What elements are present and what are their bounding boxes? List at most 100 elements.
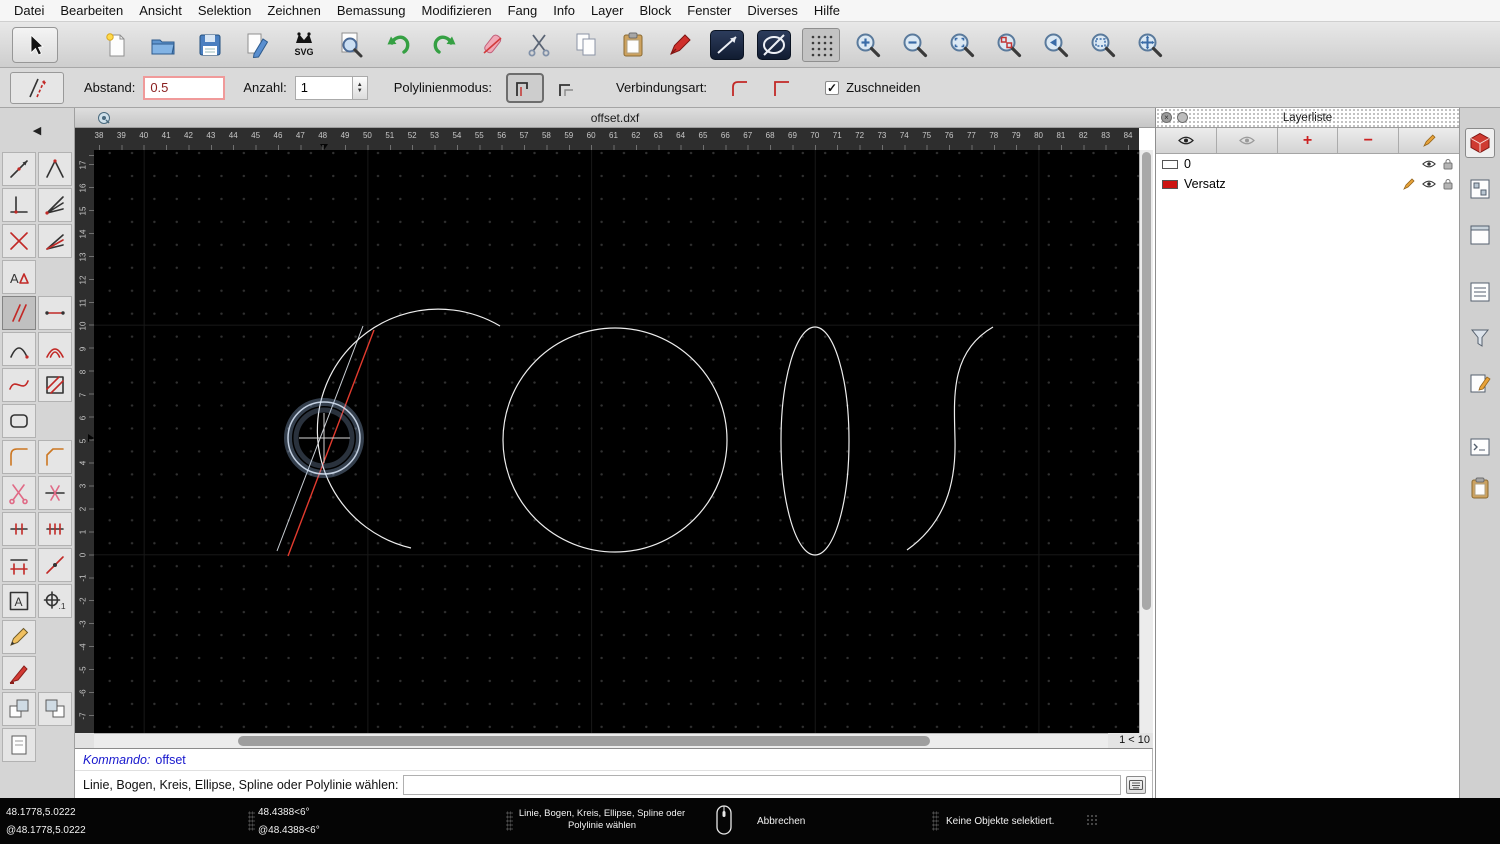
zoom-in-button[interactable] [844, 25, 891, 65]
zoom-previous-button[interactable] [1032, 25, 1079, 65]
filter-button[interactable] [1465, 323, 1495, 353]
tool-line-perpendicular[interactable] [2, 188, 36, 222]
menu-block[interactable]: Block [639, 3, 671, 18]
tool-hatch[interactable] [38, 368, 72, 402]
tool-text-along-line[interactable]: A [2, 260, 36, 294]
add-layer-button[interactable]: + [1278, 128, 1339, 153]
keyboard-toggle-button[interactable] [1126, 775, 1146, 794]
show-all-layers-button[interactable] [1156, 128, 1217, 153]
block-list-button[interactable] [1465, 174, 1495, 204]
document-titlebar[interactable]: offset.dxf [75, 108, 1155, 128]
tool-measure-point[interactable] [38, 548, 72, 582]
zoom-auto-button[interactable] [938, 25, 985, 65]
menu-info[interactable]: Info [553, 3, 575, 18]
tool-fillet[interactable] [2, 440, 36, 474]
tool-cut-scissors[interactable] [2, 476, 36, 510]
command-widget-button[interactable] [1465, 432, 1495, 462]
menu-bearbeiten[interactable]: Bearbeiten [60, 3, 123, 18]
properties-button[interactable] [1465, 368, 1495, 398]
tool-highlight-marker[interactable] [2, 656, 36, 690]
menu-selektion[interactable]: Selektion [198, 3, 251, 18]
menu-ansicht[interactable]: Ansicht [139, 3, 182, 18]
edit-document-button[interactable] [233, 25, 280, 65]
tool-divide-ticks-2[interactable] [38, 512, 72, 546]
tool-freehand-spline[interactable] [2, 368, 36, 402]
copy-button[interactable] [562, 25, 609, 65]
tool-divide-ticks[interactable] [2, 512, 36, 546]
menu-modifizieren[interactable]: Modifizieren [422, 3, 492, 18]
undo-button[interactable] [374, 25, 421, 65]
abstand-input[interactable] [143, 75, 226, 100]
tool-concentric-arcs[interactable] [38, 332, 72, 366]
line-tools-button[interactable] [703, 25, 750, 65]
zoom-pan-button[interactable] [1126, 25, 1173, 65]
anzahl-stepper[interactable]: ▲ ▼ [352, 75, 368, 100]
zuschneiden-checkbox[interactable]: ✓ [825, 80, 840, 95]
menu-zeichnen[interactable]: Zeichnen [267, 3, 320, 18]
polyline-mode-offset-button[interactable] [505, 72, 544, 103]
menu-fang[interactable]: Fang [508, 3, 538, 18]
ellipse-tools-button[interactable] [750, 25, 797, 65]
print-preview-button[interactable] [327, 25, 374, 65]
tool-pencil-edit[interactable] [2, 620, 36, 654]
pen-button[interactable] [656, 25, 703, 65]
open-file-button[interactable] [139, 25, 186, 65]
tool-offset-parallel[interactable] [2, 296, 36, 330]
hide-all-layers-button[interactable] [1217, 128, 1278, 153]
clipboard-panel-button[interactable] [1465, 473, 1495, 503]
join-miter-button[interactable] [763, 73, 801, 103]
tool-line-two-points[interactable] [2, 152, 36, 186]
menu-fenster[interactable]: Fenster [687, 3, 731, 18]
layer-row-Versatz[interactable]: Versatz [1156, 174, 1459, 194]
float-panel-button[interactable] [1177, 112, 1188, 123]
canvas-horizontal-scrollbar[interactable] [94, 733, 1108, 748]
menu-diverses[interactable]: Diverses [747, 3, 798, 18]
tool-cut-with-line[interactable] [38, 476, 72, 510]
command-input[interactable] [403, 774, 1121, 795]
layer-row-0[interactable]: 0 [1156, 154, 1459, 174]
eraser-button[interactable] [468, 25, 515, 65]
tool-angle-bisector[interactable] [38, 224, 72, 258]
paste-button[interactable] [609, 25, 656, 65]
save-file-button[interactable] [186, 25, 233, 65]
menu-bemassung[interactable]: Bemassung [337, 3, 406, 18]
tool-chamfer[interactable] [38, 440, 72, 474]
layer-lock-icon[interactable] [1443, 158, 1453, 170]
join-round-button[interactable] [721, 73, 759, 103]
zoom-redraw-button[interactable] [985, 25, 1032, 65]
close-panel-button[interactable]: × [1161, 112, 1172, 123]
horizontal-scroll-thumb[interactable] [238, 736, 930, 746]
menu-hilfe[interactable]: Hilfe [814, 3, 840, 18]
zoom-window-button[interactable] [1079, 25, 1126, 65]
tool-order-raise[interactable] [2, 692, 36, 726]
cut-button[interactable] [515, 25, 562, 65]
grid-toggle-button[interactable] [797, 25, 844, 65]
menu-layer[interactable]: Layer [591, 3, 624, 18]
menu-datei[interactable]: Datei [14, 3, 44, 18]
layer-visibility-icon[interactable] [1422, 179, 1436, 189]
palette-back-button[interactable]: ◀ [33, 124, 41, 137]
polyline-mode-segment-button[interactable] [548, 73, 586, 103]
vertical-scroll-thumb[interactable] [1142, 152, 1151, 610]
tool-rounded-rectangle[interactable] [2, 404, 36, 438]
tool-text[interactable]: A [2, 584, 36, 618]
tool-order-lower[interactable] [38, 692, 72, 726]
anzahl-input[interactable] [294, 75, 353, 100]
drawing-canvas[interactable] [94, 150, 1139, 733]
tool-arc-tangent[interactable] [2, 332, 36, 366]
layer-lock-icon[interactable] [1443, 178, 1453, 190]
svg-export-button[interactable]: SVG [280, 25, 327, 65]
tool-line-fan[interactable] [38, 188, 72, 222]
library-browser-button[interactable] [1465, 128, 1495, 158]
edit-layer-button[interactable] [1399, 128, 1459, 153]
tool-line-points[interactable] [38, 296, 72, 330]
new-document-button[interactable] [92, 25, 139, 65]
layer-edit-icon[interactable] [1403, 178, 1415, 190]
canvas-vertical-scrollbar[interactable] [1139, 150, 1153, 733]
tool-cross-lines[interactable] [2, 224, 36, 258]
tool-measure-ticks[interactable] [2, 548, 36, 582]
layer-visibility-icon[interactable] [1422, 159, 1436, 169]
blank-panel-button[interactable] [1465, 220, 1495, 250]
tool-page[interactable] [2, 728, 36, 762]
redo-button[interactable] [421, 25, 468, 65]
